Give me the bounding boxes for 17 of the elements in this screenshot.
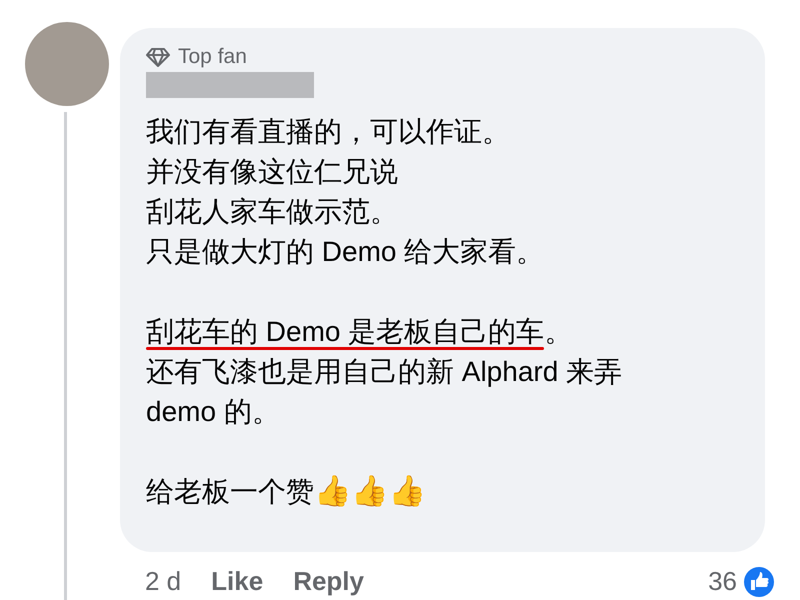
comment-line: 刮花人家车做示范。: [146, 196, 398, 227]
action-link[interactable]: Reply: [293, 562, 364, 600]
reaction-count: 36: [708, 565, 737, 598]
like-reaction-icon: [743, 566, 775, 598]
timestamp: 2 d: [145, 565, 182, 598]
comment-line: 只是做大灯的 Demo 给大家看。: [146, 236, 544, 267]
comment-line: 并没有像这位仁兄说: [146, 156, 398, 187]
thumbs-up-emoji: 👍👍👍: [314, 474, 426, 509]
comment-line: 我们有看直播的，可以作证。: [146, 116, 510, 147]
comment-line: 还有飞漆也是用自己的新 Alphard 来弄: [146, 356, 622, 387]
comment-line: 。: [544, 316, 572, 347]
comment-line: demo 的。: [146, 396, 280, 427]
diamond-icon: [146, 47, 170, 67]
badge-label: Top fan: [178, 44, 247, 70]
comment-line: 给老板一个赞: [146, 476, 314, 507]
comment-line: 刮花车的 Demo 是老板自己的车: [146, 316, 544, 347]
action-link[interactable]: Like: [211, 562, 264, 600]
